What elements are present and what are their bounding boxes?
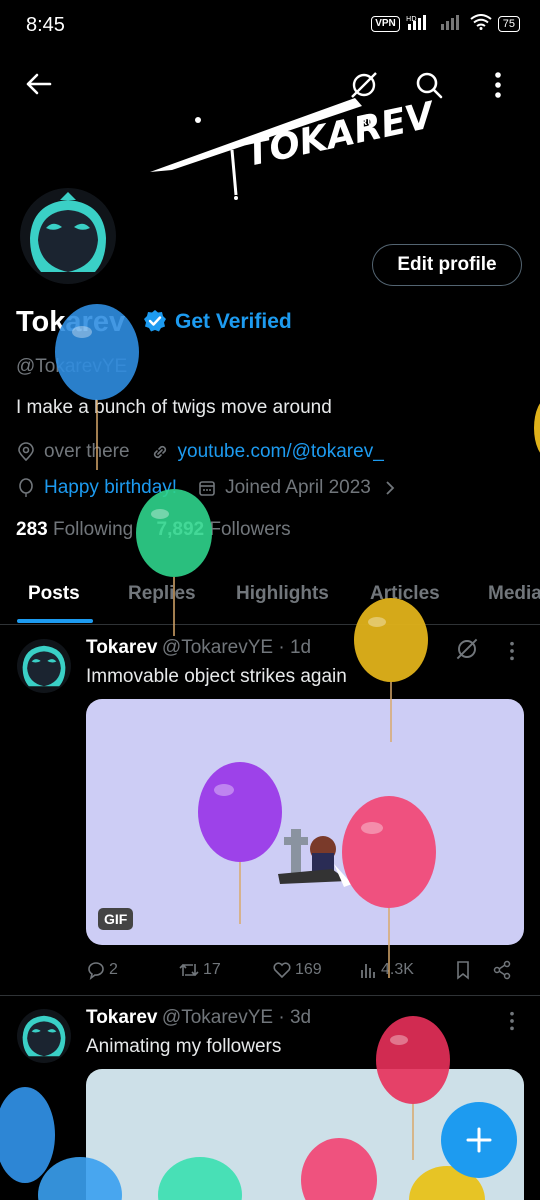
post-actions: 2 17 169 4.3K	[86, 960, 526, 982]
profile-location: over there	[44, 441, 130, 462]
birthday-link[interactable]: Happy birthday!	[44, 477, 177, 499]
post-grok-icon[interactable]	[455, 637, 479, 666]
compose-plus-icon	[466, 1127, 492, 1153]
post-meta: @TokarevYE · 3d	[161, 1007, 312, 1028]
post-text: Immovable object strikes again	[86, 666, 347, 687]
compose-button[interactable]	[441, 1102, 517, 1178]
active-tab-indicator	[17, 619, 93, 623]
post-media-gif[interactable]	[86, 699, 524, 945]
calendar-icon	[199, 481, 215, 496]
gif-badge: GIF	[98, 908, 134, 930]
signal-icon: HD	[406, 14, 434, 33]
repost-button[interactable]: 17	[178, 960, 221, 980]
get-verified-link[interactable]: Get Verified	[175, 310, 292, 334]
avatar-image	[20, 188, 116, 284]
like-icon	[273, 962, 291, 979]
chevron-right-icon[interactable]	[383, 479, 397, 497]
tab-media[interactable]: Media	[488, 583, 540, 605]
post-header: Tokarev @TokarevYE · 3d	[86, 1007, 311, 1029]
repost-icon	[179, 963, 199, 977]
share-icon	[493, 960, 511, 980]
following-link[interactable]: 283 Following	[16, 519, 133, 540]
balloon-blue-2	[0, 1087, 55, 1183]
profile-meta-row-1: over there youtube.com/@tokarev_	[16, 441, 384, 463]
tab-posts[interactable]: Posts	[28, 583, 80, 605]
bookmark-icon	[457, 961, 469, 980]
like-button[interactable]: 169	[272, 960, 322, 980]
views-button[interactable]: 4.3K	[360, 960, 414, 980]
location-icon	[18, 442, 34, 462]
status-icons: VPN HD 75	[371, 14, 520, 33]
profile-bio: I make a bunch of twigs move around	[16, 397, 332, 418]
reply-button[interactable]: 2	[86, 960, 118, 980]
share-button[interactable]	[492, 960, 512, 980]
like-count: 169	[295, 961, 322, 978]
banner-logo: TOKAREV .RU	[150, 95, 440, 200]
verified-badge-icon[interactable]	[143, 309, 167, 338]
wifi-icon	[470, 14, 492, 33]
views-icon	[361, 964, 375, 978]
profile-handle: @TokarevYE	[16, 356, 128, 377]
profile-name: Tokarev	[16, 306, 126, 338]
grok-icon	[351, 72, 377, 98]
search-icon	[416, 72, 443, 99]
joined-date: Joined April 2023	[225, 477, 371, 498]
profile-website-link[interactable]: youtube.com/@tokarev_	[178, 441, 384, 463]
reply-icon	[88, 962, 104, 980]
grok-button[interactable]	[344, 65, 384, 105]
bookmark-button[interactable]	[454, 960, 472, 980]
vpn-badge: VPN	[371, 15, 400, 32]
post-meta: @TokarevYE · 1d	[161, 637, 312, 658]
link-icon	[153, 445, 166, 459]
post-text: Animating my followers	[86, 1036, 282, 1057]
balloon-icon	[19, 478, 33, 497]
svg-text:.RU: .RU	[358, 118, 374, 127]
back-button[interactable]	[18, 64, 58, 104]
post-more-icon[interactable]	[508, 640, 516, 667]
reply-count: 2	[109, 961, 118, 978]
tab-replies[interactable]: Replies	[128, 583, 196, 605]
more-button[interactable]	[478, 65, 518, 105]
search-button[interactable]	[409, 65, 449, 105]
status-time: 8:45	[26, 14, 65, 36]
back-arrow-icon	[26, 73, 52, 95]
battery-indicator: 75	[497, 15, 520, 32]
post-author[interactable]: Tokarev	[86, 637, 157, 658]
tab-highlights[interactable]: Highlights	[236, 583, 329, 605]
more-vertical-icon	[495, 72, 501, 98]
profile-tabs: Posts Replies Highlights Articles Media	[0, 570, 540, 625]
profile-avatar[interactable]	[16, 184, 120, 288]
signal-2-icon	[440, 14, 464, 33]
repost-count: 17	[203, 961, 221, 978]
status-bar: 8:45 VPN HD 75	[0, 0, 540, 50]
follow-counts: 283 Following 7,892 Followers	[16, 519, 291, 541]
post-more-icon[interactable]	[508, 1010, 516, 1037]
view-count: 4.3K	[381, 961, 414, 978]
post-avatar[interactable]	[17, 1009, 71, 1063]
post-divider	[0, 995, 540, 996]
followers-link[interactable]: 7,892 Followers	[157, 519, 291, 540]
post-avatar[interactable]	[17, 639, 71, 693]
tab-articles[interactable]: Articles	[370, 583, 440, 605]
balloon-yellow-edge	[534, 403, 540, 453]
edit-profile-button[interactable]: Edit profile	[372, 244, 522, 286]
post-header: Tokarev @TokarevYE · 1d	[86, 637, 311, 659]
profile-banner[interactable]: TOKAREV .RU	[0, 50, 540, 200]
post-author[interactable]: Tokarev	[86, 1007, 157, 1028]
gif-illustration	[278, 829, 352, 887]
profile-meta-row-2: Happy birthday! Joined April 2023	[16, 477, 397, 499]
